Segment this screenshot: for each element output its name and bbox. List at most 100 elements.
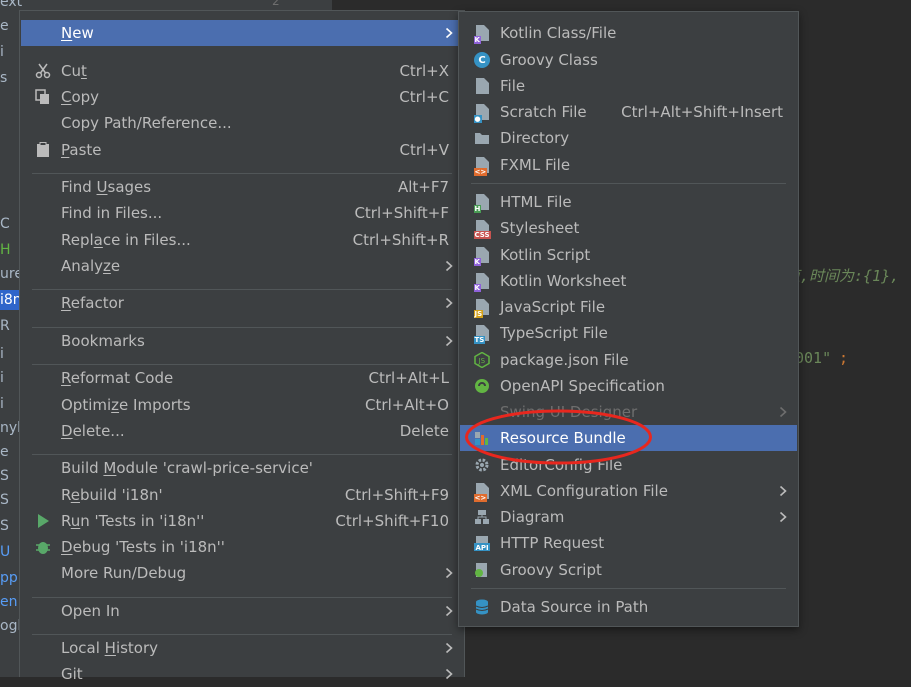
xml-file-icon: <> [472, 481, 492, 502]
debug-icon [33, 537, 53, 557]
menu-item-typescript-file[interactable]: TS TypeScript File [460, 320, 797, 346]
menu-item-debug-tests-in-i18n[interactable]: Debug 'Tests in 'i18n'' [21, 534, 463, 560]
shortcut-label: Ctrl+X [399, 62, 449, 80]
menu-item-rebuild-i18n[interactable]: Rebuild 'i18n' Ctrl+Shift+F9 [21, 482, 463, 508]
shortcut-label: Ctrl+Shift+R [352, 231, 449, 249]
menu-item-file[interactable]: File [460, 73, 797, 99]
shortcut-label: Ctrl+Shift+F10 [335, 512, 449, 530]
menu-item-directory[interactable]: Directory [460, 125, 797, 151]
menu-item-copy[interactable]: Copy Ctrl+C [21, 84, 463, 110]
groovy-class-icon: C [472, 50, 492, 70]
api-icon: API [472, 533, 492, 553]
menu-item-run-tests-in-i18n[interactable]: Run 'Tests in 'i18n'' Ctrl+Shift+F10 [21, 508, 463, 534]
kotlin-file-icon: K [472, 23, 492, 44]
fxml-file-icon: <> [472, 155, 492, 176]
chevron-right-icon [445, 27, 453, 39]
menu-item-find-in-files[interactable]: Find in Files... Ctrl+Shift+F [21, 200, 463, 226]
menu-item-kotlin-class-file[interactable]: K Kotlin Class/File [460, 20, 797, 46]
menu-item-label: Git [61, 665, 83, 683]
menu-item-new[interactable]: New [21, 20, 463, 46]
menu-item-label: Groovy Script [500, 561, 602, 579]
menu-item-fxml-file[interactable]: <> FXML File [460, 152, 797, 178]
chevron-right-icon [445, 668, 453, 680]
menu-item-label: Groovy Class [500, 51, 598, 69]
scissors-icon [33, 61, 53, 81]
code-semicolon: ; [839, 349, 849, 367]
menu-item-label: File [500, 77, 526, 95]
menu-item-paste[interactable]: Paste Ctrl+V [21, 137, 463, 163]
shortcut-label: Ctrl+Shift+F [354, 204, 449, 222]
menu-item-find-usages[interactable]: Find Usages Alt+F7 [21, 174, 463, 200]
openapi-icon [472, 376, 492, 396]
menu-item-git[interactable]: Git [21, 661, 463, 687]
menu-item-label: HTML File [500, 193, 572, 211]
new-submenu: K Kotlin Class/File C Groovy Class File ● Scra… [458, 11, 799, 627]
css-file-icon: CSS [472, 218, 492, 239]
menu-separator [471, 588, 786, 589]
menu-item-label: Swing UI Designer [500, 403, 638, 421]
tab-number: 2 [272, 0, 280, 8]
menu-item-copy-path-reference[interactable]: Copy Path/Reference... [21, 110, 463, 136]
chevron-right-icon [445, 642, 453, 654]
menu-item-bookmarks[interactable]: Bookmarks [21, 328, 463, 354]
menu-item-replace-in-files[interactable]: Replace in Files... Ctrl+Shift+R [21, 227, 463, 253]
menu-item-label: Rebuild 'i18n' [61, 486, 163, 504]
shortcut-label: Ctrl+Shift+F9 [344, 486, 449, 504]
kotlin-script-icon: K [472, 245, 492, 266]
clipboard-icon [33, 140, 53, 160]
shortcut-label: Ctrl+V [399, 141, 449, 159]
menu-item-analyze[interactable]: Analyze [21, 253, 463, 279]
menu-item-label: EditorConfig File [500, 456, 623, 474]
menu-item-build-module-crawl-price-service[interactable]: Build Module 'crawl-price-service' [21, 455, 463, 481]
menu-item-label: Build Module 'crawl-price-service' [61, 459, 313, 477]
menu-item-local-history[interactable]: Local History [21, 635, 463, 661]
chevron-right-icon [445, 605, 453, 617]
menu-item-label: Debug 'Tests in 'i18n'' [61, 538, 225, 556]
menu-item-data-source-in-path[interactable]: Data Source in Path [460, 594, 797, 620]
menu-item-groovy-script[interactable]: Groovy Script [460, 557, 797, 583]
menu-item-delete[interactable]: Delete... Delete [21, 418, 463, 444]
chevron-right-icon [445, 335, 453, 347]
menu-item-editorconfig-file[interactable]: EditorConfig File [460, 452, 797, 478]
menu-item-reformat-code[interactable]: Reformat Code Ctrl+Alt+L [21, 365, 463, 391]
menu-item-kotlin-script[interactable]: K Kotlin Script [460, 242, 797, 268]
js-file-icon: JS [472, 297, 492, 318]
menu-item-scratch-file[interactable]: ● Scratch File Ctrl+Alt+Shift+Insert [460, 99, 797, 125]
menu-item-more-run-debug[interactable]: More Run/Debug [21, 560, 463, 586]
menu-item-resource-bundle[interactable]: Resource Bundle [460, 425, 797, 451]
menu-item-openapi-specification[interactable]: OpenAPI Specification [460, 373, 797, 399]
menu-item-open-in[interactable]: Open In [21, 598, 463, 624]
menu-item-refactor[interactable]: Refactor [21, 290, 463, 316]
menu-item-javascript-file[interactable]: JS JavaScript File [460, 294, 797, 320]
menu-item-label: Diagram [500, 508, 565, 526]
menu-item-kotlin-worksheet[interactable]: K Kotlin Worksheet [460, 268, 797, 294]
menu-item-http-request[interactable]: API HTTP Request [460, 530, 797, 556]
menu-item-optimize-imports[interactable]: Optimize Imports Ctrl+Alt+O [21, 392, 463, 418]
menu-item-groovy-class[interactable]: C Groovy Class [460, 47, 797, 73]
diagram-icon [472, 507, 492, 527]
menu-item-stylesheet[interactable]: CSS Stylesheet [460, 215, 797, 241]
menu-item-label: Analyze [61, 257, 121, 275]
svg-text:API: API [476, 544, 489, 551]
nodejs-icon: JS [472, 350, 492, 370]
groovy-script-icon [472, 560, 492, 580]
kotlin-worksheet-icon: K [472, 271, 492, 292]
menu-item-html-file[interactable]: H HTML File [460, 189, 797, 215]
menu-item-xml-configuration-file[interactable]: <> XML Configuration File [460, 478, 797, 504]
menu-item-label: Kotlin Class/File [500, 24, 617, 42]
menu-item-label: Data Source in Path [500, 598, 649, 616]
menu-item-label: TypeScript File [500, 324, 608, 342]
menu-item-label: package.json File [500, 351, 629, 369]
menu-item-package-json-file[interactable]: JS package.json File [460, 347, 797, 373]
shortcut-label: Ctrl+C [399, 88, 449, 106]
shortcut-label: Ctrl+Alt+Shift+Insert [621, 103, 783, 121]
menu-item-label: Kotlin Script [500, 246, 591, 264]
menu-item-diagram[interactable]: Diagram [460, 504, 797, 530]
menu-item-label: HTTP Request [500, 534, 605, 552]
menu-item-label: Cut [61, 62, 87, 80]
menu-item-label: XML Configuration File [500, 482, 668, 500]
folder-icon [472, 128, 492, 148]
menu-item-cut[interactable]: Cut Ctrl+X [21, 58, 463, 84]
menu-item-label: Copy [61, 88, 100, 106]
menu-item-label: Find Usages [61, 178, 152, 196]
